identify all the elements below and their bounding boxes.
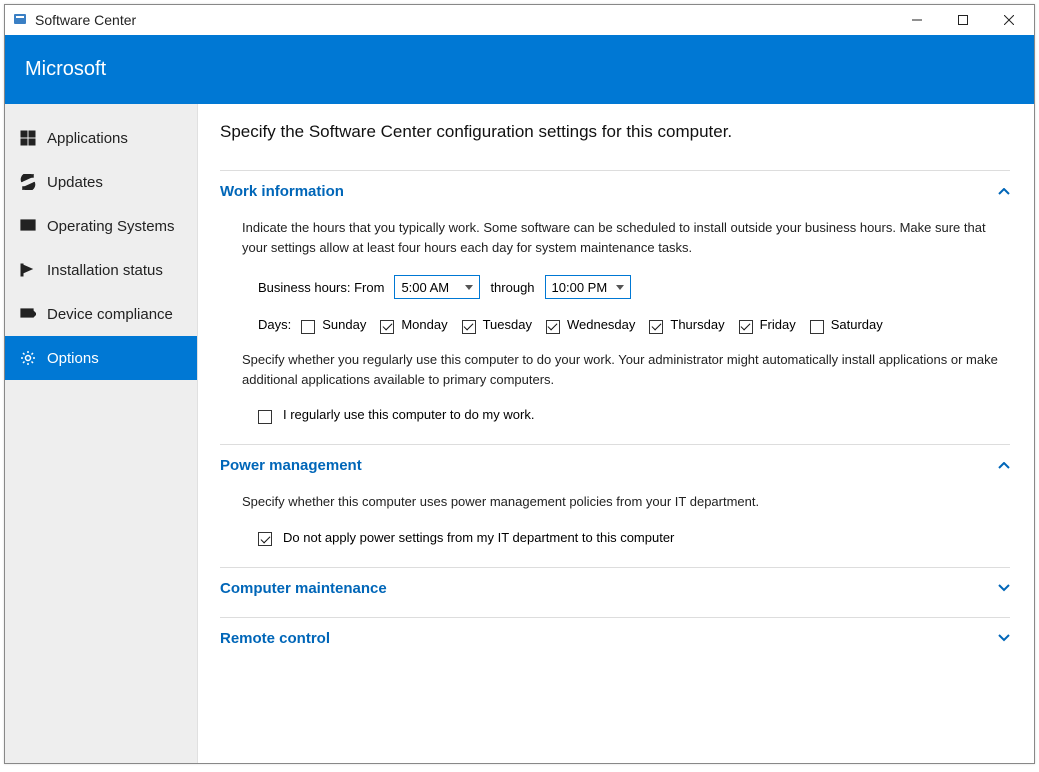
section-header[interactable]: Remote control xyxy=(220,630,1010,647)
power-opt-label: Do not apply power settings from my IT d… xyxy=(283,530,674,545)
os-icon xyxy=(19,217,37,235)
minimize-button[interactable] xyxy=(894,5,940,35)
day-thursday[interactable]: Thursday xyxy=(649,317,724,332)
from-time-value: 5:00 AM xyxy=(401,280,449,295)
brand-org: Microsoft xyxy=(25,58,106,81)
sidebar-item-compliance[interactable]: Device compliance xyxy=(5,292,197,336)
checkbox[interactable] xyxy=(258,532,272,546)
sidebar-item-label: Operating Systems xyxy=(47,218,175,235)
section-header[interactable]: Power management xyxy=(220,457,1010,474)
section-remote: Remote control xyxy=(220,617,1010,647)
section-title: Power management xyxy=(220,457,362,474)
body: Applications Updates Operating Systems I… xyxy=(5,104,1034,763)
checkbox[interactable] xyxy=(649,320,663,334)
brand-bar: Microsoft xyxy=(5,35,1034,104)
day-wednesday[interactable]: Wednesday xyxy=(546,317,635,332)
power-desc: Specify whether this computer uses power… xyxy=(220,492,1010,512)
section-title: Remote control xyxy=(220,630,330,647)
status-icon xyxy=(19,261,37,279)
apps-icon xyxy=(19,129,37,147)
to-time-value: 10:00 PM xyxy=(552,280,608,295)
sidebar-item-status[interactable]: Installation status xyxy=(5,248,197,292)
window-controls xyxy=(894,5,1032,35)
window-title: Software Center xyxy=(35,12,136,28)
section-header[interactable]: Work information xyxy=(220,183,1010,200)
chevron-down-icon xyxy=(998,634,1010,642)
checkbox[interactable] xyxy=(301,320,315,334)
work-info-desc: Indicate the hours that you typically wo… xyxy=(220,218,1010,257)
page-title: Specify the Software Center configuratio… xyxy=(220,122,1010,142)
sidebar: Applications Updates Operating Systems I… xyxy=(5,104,198,763)
through-label: through xyxy=(490,280,534,295)
gear-icon xyxy=(19,349,37,367)
window: Software Center Microsoft Applications xyxy=(4,4,1035,764)
to-time-select[interactable]: 10:00 PM xyxy=(545,275,631,299)
sidebar-item-updates[interactable]: Updates xyxy=(5,160,197,204)
checkbox[interactable] xyxy=(739,320,753,334)
updates-icon xyxy=(19,173,37,191)
hours-label: Business hours: From xyxy=(258,280,384,295)
close-button[interactable] xyxy=(986,5,1032,35)
checkbox[interactable] xyxy=(810,320,824,334)
power-opt-row[interactable]: Do not apply power settings from my IT d… xyxy=(220,530,1010,545)
sidebar-item-label: Updates xyxy=(47,174,103,191)
titlebar: Software Center xyxy=(5,5,1034,35)
chevron-up-icon xyxy=(998,462,1010,470)
section-title: Computer maintenance xyxy=(220,580,387,597)
primary-desc: Specify whether you regularly use this c… xyxy=(220,350,1010,389)
compliance-icon xyxy=(19,305,37,323)
sidebar-item-label: Installation status xyxy=(47,262,163,279)
sidebar-item-label: Device compliance xyxy=(47,306,173,323)
primary-label: I regularly use this computer to do my w… xyxy=(283,407,534,422)
section-power: Power management Specify whether this co… xyxy=(220,444,1010,545)
from-time-select[interactable]: 5:00 AM xyxy=(394,275,480,299)
checkbox[interactable] xyxy=(380,320,394,334)
chevron-down-icon xyxy=(465,285,473,290)
day-friday[interactable]: Friday xyxy=(739,317,796,332)
day-tuesday[interactable]: Tuesday xyxy=(462,317,532,332)
sidebar-item-os[interactable]: Operating Systems xyxy=(5,204,197,248)
days-row: Days: Sunday Monday Tuesday Wednesday Th… xyxy=(220,317,1010,332)
days-label: Days: xyxy=(258,317,291,332)
chevron-up-icon xyxy=(998,188,1010,196)
maximize-button[interactable] xyxy=(940,5,986,35)
primary-computer-row[interactable]: I regularly use this computer to do my w… xyxy=(220,407,1010,422)
chevron-down-icon xyxy=(998,584,1010,592)
sidebar-item-label: Applications xyxy=(47,130,128,147)
section-maintenance: Computer maintenance xyxy=(220,567,1010,597)
checkbox[interactable] xyxy=(546,320,560,334)
content: Specify the Software Center configuratio… xyxy=(198,104,1034,763)
day-saturday[interactable]: Saturday xyxy=(810,317,883,332)
section-header[interactable]: Computer maintenance xyxy=(220,580,1010,597)
app-icon xyxy=(13,12,29,28)
section-work-info: Work information Indicate the hours that… xyxy=(220,170,1010,422)
checkbox[interactable] xyxy=(462,320,476,334)
business-hours-row: Business hours: From 5:00 AM through 10:… xyxy=(220,275,1010,299)
checkbox[interactable] xyxy=(258,410,272,424)
day-monday[interactable]: Monday xyxy=(380,317,447,332)
chevron-down-icon xyxy=(616,285,624,290)
section-title: Work information xyxy=(220,183,344,200)
sidebar-item-applications[interactable]: Applications xyxy=(5,116,197,160)
sidebar-item-label: Options xyxy=(47,350,99,367)
sidebar-item-options[interactable]: Options xyxy=(5,336,197,380)
day-sunday[interactable]: Sunday xyxy=(301,317,366,332)
